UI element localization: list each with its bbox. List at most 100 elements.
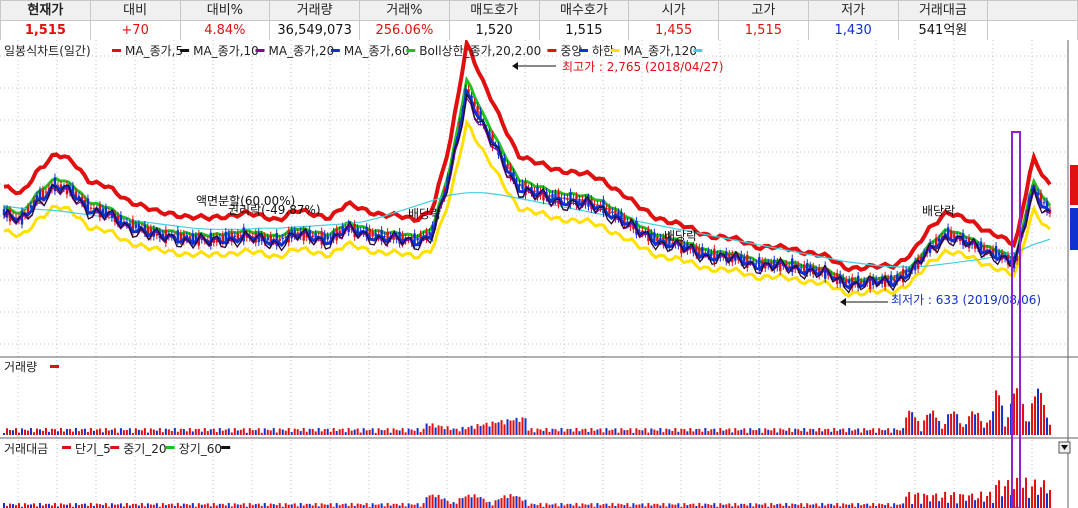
amount-bar	[920, 503, 923, 508]
amount-bar	[743, 503, 746, 508]
volume-bar	[32, 432, 35, 435]
amount-bar	[1007, 480, 1010, 508]
volume-bar	[1049, 424, 1051, 435]
amount-bar	[365, 503, 368, 508]
volume-bar	[191, 431, 194, 435]
legend-label-1: MA_종가,10	[193, 44, 259, 58]
amount-bar	[977, 498, 980, 508]
volume-bar	[1001, 405, 1004, 435]
volume-bar	[152, 429, 155, 435]
volume-bar	[86, 431, 89, 435]
volume-bar	[533, 432, 536, 435]
volume-bar	[20, 428, 23, 435]
volume-bar	[89, 428, 92, 435]
amount-bar	[89, 503, 92, 508]
amount-bar	[290, 504, 293, 508]
amount-bar	[206, 503, 209, 508]
volume-bar	[749, 428, 752, 435]
candle-body	[997, 252, 1001, 256]
amount-bar	[899, 504, 902, 508]
volume-bar	[215, 432, 218, 435]
volume-bar	[350, 430, 353, 435]
volume-bar	[269, 430, 272, 435]
volume-bar	[218, 428, 221, 435]
amount-bar	[341, 504, 344, 508]
volume-bar	[758, 428, 761, 435]
volume-bar	[617, 432, 620, 435]
volume-bar	[455, 428, 458, 435]
amount-bar	[785, 503, 788, 508]
volume-bar	[341, 428, 344, 435]
quote-current-price: 1,515	[0, 20, 91, 41]
volume-bar	[755, 430, 758, 435]
volume-bar	[221, 430, 224, 435]
amount-bar	[980, 491, 983, 508]
amount-bar	[1028, 497, 1031, 508]
amount-bar	[476, 497, 479, 508]
amount-bar	[530, 503, 533, 508]
legend-swatch-1	[180, 49, 190, 52]
amount-bar	[881, 504, 884, 508]
legend-swatch-7	[610, 49, 620, 52]
volume-bar	[23, 429, 26, 435]
amount-bar	[575, 503, 578, 508]
volume-bar	[911, 412, 914, 435]
volume-bar	[224, 429, 227, 435]
volume-bar	[302, 428, 305, 435]
amount-bar	[380, 503, 383, 508]
volume-bar	[818, 428, 821, 435]
amount-bar	[506, 498, 509, 508]
axis-marker-down	[1070, 208, 1078, 250]
volume-bar	[833, 428, 836, 435]
amount-bar	[161, 503, 164, 508]
amount-bar	[218, 503, 221, 508]
volume-bar	[962, 426, 965, 435]
volume-bar	[62, 431, 65, 435]
volume-bar	[887, 428, 890, 435]
volume-bar	[923, 420, 926, 435]
amount-bar	[776, 504, 779, 508]
amount-bar	[410, 504, 413, 508]
amount-legend-swatch-2	[165, 446, 175, 449]
amount-bar	[956, 503, 959, 508]
amount-bar	[482, 498, 485, 508]
amount-bar	[602, 504, 605, 508]
volume-bar	[995, 390, 998, 435]
volume-bar	[383, 430, 386, 435]
candle-body	[428, 231, 431, 235]
volume-bar	[404, 432, 407, 435]
amount-bar	[212, 503, 215, 508]
amount-bar	[95, 503, 98, 508]
amount-bar	[689, 504, 692, 508]
volume-bar	[1004, 426, 1007, 435]
amount-bar	[512, 496, 515, 508]
volume-bar	[806, 431, 809, 435]
volume-bar	[842, 428, 845, 435]
amount-bar	[917, 492, 920, 508]
candle-body	[281, 237, 284, 239]
volume-bar	[377, 428, 380, 435]
amount-bar	[911, 504, 914, 508]
candle-body	[371, 232, 374, 237]
volume-bar	[149, 428, 152, 435]
volume-bar	[389, 432, 392, 435]
volume-bar	[1031, 403, 1034, 435]
volume-bar	[353, 429, 356, 435]
amount-bar	[539, 503, 542, 508]
volume-bar	[665, 428, 668, 435]
candle-body	[266, 237, 269, 241]
amount-bar	[983, 501, 986, 508]
volume-bar	[71, 431, 74, 435]
volume-bar	[668, 429, 671, 435]
amount-bar	[1037, 494, 1040, 508]
amount-bar	[497, 499, 500, 508]
stock-chart[interactable]: 일봉식차트(일간) MA_종가,5 MA_종가,10 MA_종가,20 MA_종가,6…	[0, 40, 1078, 508]
volume-bar	[323, 429, 326, 435]
volume-bar	[734, 428, 737, 435]
volume-bar	[347, 428, 350, 435]
volume-bar	[74, 428, 77, 435]
volume-bar	[272, 428, 275, 435]
volume-bar	[632, 432, 635, 435]
candle-body	[847, 279, 851, 284]
volume-bar	[410, 429, 413, 435]
